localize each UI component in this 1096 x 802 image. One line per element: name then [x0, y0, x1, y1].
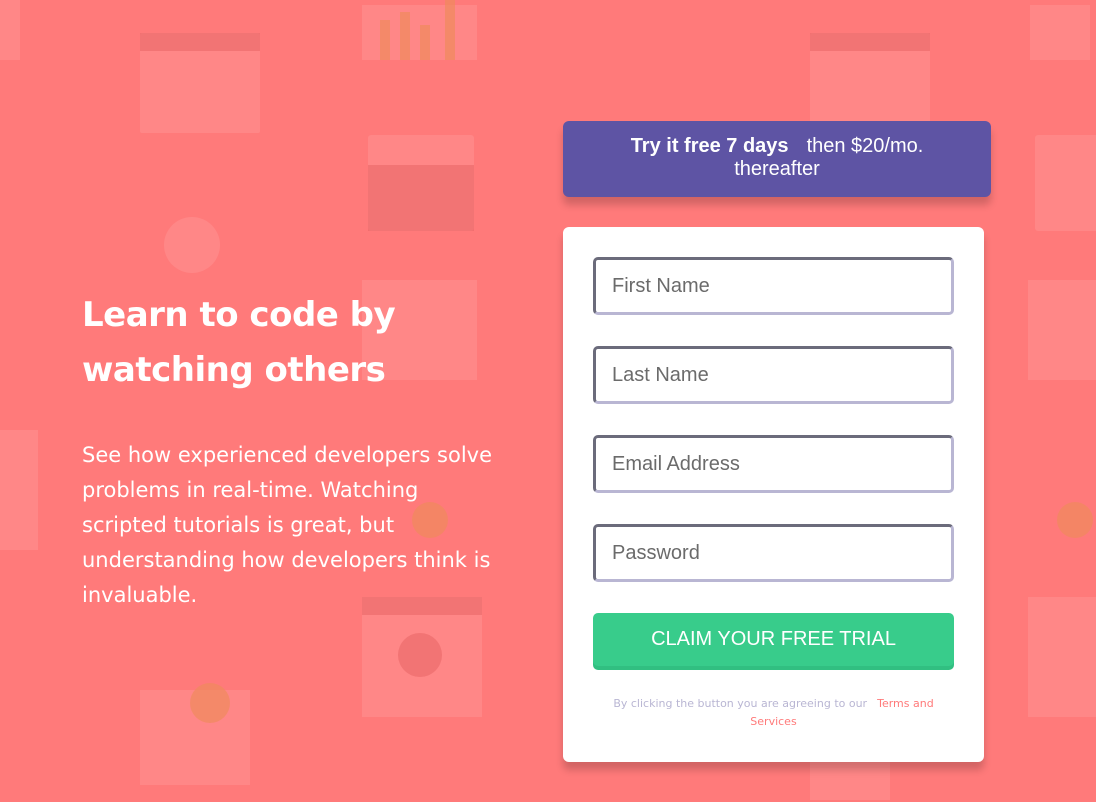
- email-input[interactable]: [593, 435, 954, 493]
- gear-shape: [1057, 502, 1093, 538]
- bar-chart-icon: [362, 5, 477, 60]
- bar: [380, 20, 390, 60]
- network-icon: [164, 217, 220, 273]
- window-bar: [810, 33, 930, 51]
- chart-icon: [0, 0, 20, 60]
- signup-form: CLAIM YOUR FREE TRIAL By clicking the bu…: [563, 227, 984, 762]
- toolbox-icon: [1035, 135, 1096, 231]
- bar-chart-icon: [1030, 5, 1090, 60]
- intro-body: See how experienced developers solve pro…: [82, 443, 493, 607]
- search-window-icon: [362, 597, 482, 717]
- bar: [445, 0, 455, 60]
- toolbox-body: [368, 165, 474, 231]
- first-name-input[interactable]: [593, 257, 954, 315]
- intro-section: Learn to code by watching others See how…: [82, 288, 492, 613]
- claim-trial-button[interactable]: CLAIM YOUR FREE TRIAL: [593, 613, 954, 666]
- window-bar: [140, 33, 260, 51]
- search-window-icon: [1028, 597, 1096, 717]
- promo-banner: Try it free 7 days then $20/mo. thereafte…: [563, 121, 991, 197]
- bar: [420, 25, 430, 60]
- terms-text: By clicking the button you are agreeing …: [613, 697, 868, 710]
- document-icon: [1028, 280, 1096, 380]
- gear-shape: [190, 683, 230, 723]
- intro-heading: Learn to code by watching others: [82, 295, 396, 390]
- browser-window-icon: [140, 33, 260, 133]
- cart-icon: [140, 690, 250, 785]
- browser-window-icon: [810, 33, 930, 133]
- bar: [400, 12, 410, 60]
- terms-notice: By clicking the button you are agreeing …: [593, 695, 954, 731]
- promo-strong-text: Try it free 7 days: [630, 135, 789, 157]
- last-name-input[interactable]: [593, 346, 954, 404]
- gear-icon: [0, 430, 38, 550]
- toolbox-icon: [368, 135, 474, 231]
- password-input[interactable]: [593, 524, 954, 582]
- magnifier-lens: [398, 633, 442, 677]
